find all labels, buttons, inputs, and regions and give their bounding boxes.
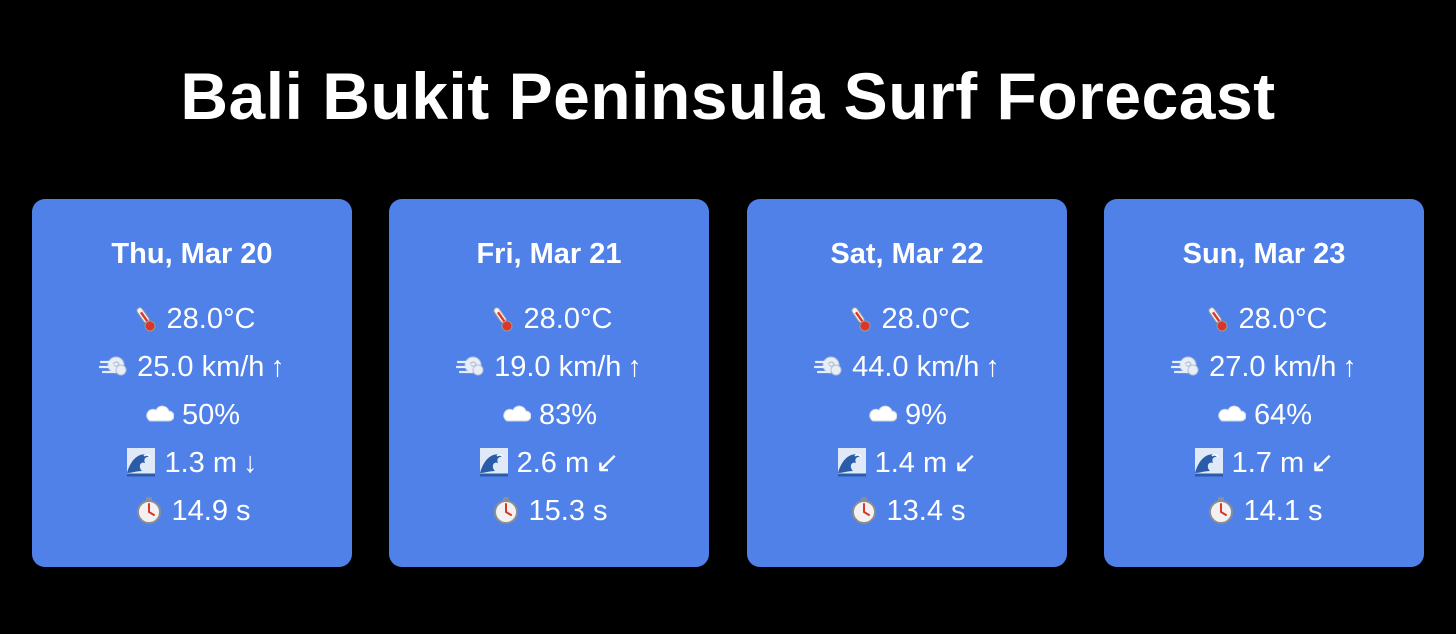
wave-row: 1.4 m ↙ [747,445,1067,481]
cloud-row: 64% [1104,397,1424,433]
temperature-value: 28.0°C [1238,303,1328,335]
wave-height-value: 1.3 m [164,447,238,479]
wind-value: 25.0 km/h [137,351,265,383]
temperature-value: 28.0°C [166,303,256,335]
wave-icon [1194,447,1224,477]
period-row: 14.9 s [32,493,352,529]
thermometer-icon [486,303,516,333]
wave-icon [837,447,867,477]
wind-row: 19.0 km/h ↑ [389,349,709,385]
card-date: Sat, Mar 22 [830,238,984,270]
temperature-value: 28.0°C [523,303,613,335]
forecast-card-thu: Thu, Mar 20 28.0°C 25.0 km/h ↑ 50% 1.3 m ↓… [32,199,352,567]
temperature-row: 28.0°C [1104,301,1424,337]
wave-height-value: 1.7 m [1231,447,1305,479]
wave-direction-arrow: ↓ [243,447,258,479]
wind-icon [456,351,486,381]
stopwatch-icon [849,495,879,525]
cloud-value: 64% [1253,399,1313,431]
cloud-row: 9% [747,397,1067,433]
temperature-value: 28.0°C [881,303,971,335]
cloud-row: 83% [389,397,709,433]
wave-icon [479,447,509,477]
wave-row: 1.3 m ↓ [32,445,352,481]
wave-row: 1.7 m ↙ [1104,445,1424,481]
card-date: Thu, Mar 20 [111,238,273,270]
thermometer-icon [1201,303,1231,333]
cloud-icon [867,399,898,429]
wind-row: 27.0 km/h ↑ [1104,349,1424,385]
forecast-card-sat: Sat, Mar 22 28.0°C 44.0 km/h ↑ 9% 1.4 m ↙ … [747,199,1067,567]
wind-direction-arrow: ↑ [270,351,285,383]
card-date: Sun, Mar 23 [1182,238,1346,270]
wind-direction-arrow: ↑ [985,351,1000,383]
period-row: 15.3 s [389,493,709,529]
wave-direction-arrow: ↙ [953,447,978,479]
wind-row: 25.0 km/h ↑ [32,349,352,385]
temperature-row: 28.0°C [389,301,709,337]
stopwatch-icon [134,495,164,525]
wave-row: 2.6 m ↙ [389,445,709,481]
wind-value: 27.0 km/h [1209,351,1337,383]
wave-icon [126,447,156,477]
wave-period-value: 14.9 s [171,495,251,527]
forecast-cards: Thu, Mar 20 28.0°C 25.0 km/h ↑ 50% 1.3 m ↓… [32,199,1424,567]
period-row: 14.1 s [1104,493,1424,529]
stopwatch-icon [1206,495,1236,525]
wave-height-value: 1.4 m [874,447,948,479]
wind-value: 44.0 km/h [852,351,980,383]
period-row: 13.4 s [747,493,1067,529]
wind-value: 19.0 km/h [494,351,622,383]
cloud-icon [501,399,531,429]
cloud-value: 9% [905,399,947,431]
wave-period-value: 15.3 s [528,495,608,527]
wind-row: 44.0 km/h ↑ [747,349,1067,385]
forecast-card-fri: Fri, Mar 21 28.0°C 19.0 km/h ↑ 83% 2.6 m ↙… [389,199,709,567]
cloud-icon [144,399,174,429]
forecast-card-sun: Sun, Mar 23 28.0°C 27.0 km/h ↑ 64% 1.7 m ↙… [1104,199,1424,567]
cloud-value: 83% [538,399,598,431]
wind-icon [99,351,129,381]
stopwatch-icon [491,495,521,525]
card-date: Fri, Mar 21 [476,238,622,270]
wave-direction-arrow: ↙ [1310,447,1335,479]
thermometer-icon [129,303,159,333]
cloud-icon [1216,399,1246,429]
page-title: Bali Bukit Peninsula Surf Forecast [180,59,1276,133]
thermometer-icon [844,303,874,333]
wind-direction-arrow: ↑ [627,351,642,383]
wind-direction-arrow: ↑ [1342,351,1357,383]
wind-icon [814,351,844,381]
cloud-value: 50% [181,399,241,431]
wave-height-value: 2.6 m [516,447,590,479]
wave-period-value: 13.4 s [886,495,966,527]
wind-icon [1171,351,1201,381]
wave-direction-arrow: ↙ [595,447,620,479]
temperature-row: 28.0°C [32,301,352,337]
temperature-row: 28.0°C [747,301,1067,337]
cloud-row: 50% [32,397,352,433]
wave-period-value: 14.1 s [1243,495,1323,527]
